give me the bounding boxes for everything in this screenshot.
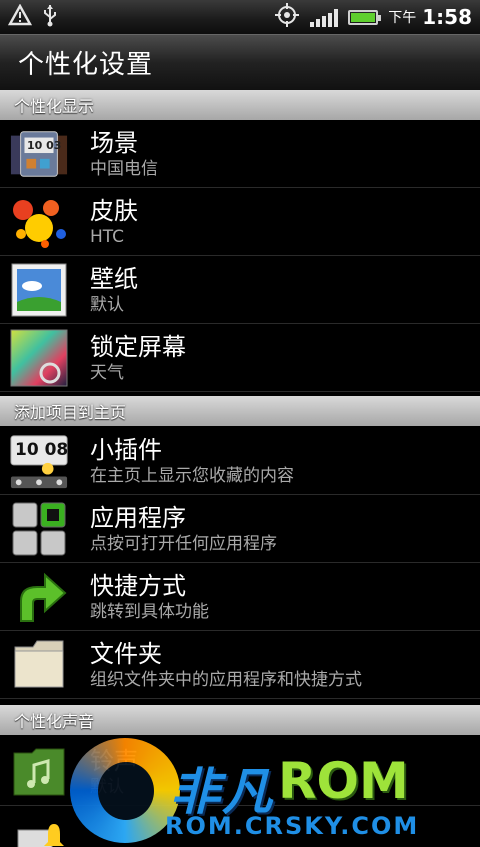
item-title: 文件夹 bbox=[90, 639, 162, 668]
widget-icon-clock: 10 08 bbox=[15, 439, 69, 460]
section-label: 个性化显示 bbox=[14, 97, 95, 116]
scene-icon-clock: 10 03 bbox=[27, 138, 62, 152]
list-item-apps[interactable]: 应用程序 点按可打开任何应用程序 bbox=[0, 495, 480, 563]
list-item-shortcut[interactable]: 快捷方式 跳转到具体功能 bbox=[0, 563, 480, 631]
apps-grid-icon bbox=[9, 499, 69, 559]
widget-icon: 10 08 bbox=[9, 431, 69, 491]
item-title: 壁纸 bbox=[90, 264, 138, 293]
skin-icon bbox=[9, 192, 69, 252]
list-item-skin[interactable]: 皮肤 HTC bbox=[0, 188, 480, 256]
item-subtitle: 在主页上显示您收藏的内容 bbox=[90, 465, 294, 486]
page-title: 个性化设置 bbox=[18, 50, 154, 80]
section-header-display: 个性化显示 bbox=[0, 90, 480, 120]
list-item-wallpaper[interactable]: 壁纸 默认 bbox=[0, 256, 480, 324]
list-item-folder[interactable]: 文件夹 组织文件夹中的应用程序和快捷方式 bbox=[0, 631, 480, 699]
signal-icon bbox=[310, 7, 339, 27]
list-item-lockscreen[interactable]: 锁定屏幕 天气 bbox=[0, 324, 480, 392]
item-subtitle: 点按可打开任何应用程序 bbox=[90, 533, 277, 554]
item-title: 场景 bbox=[90, 128, 138, 157]
gps-icon bbox=[274, 2, 300, 32]
section-label: 个性化声音 bbox=[14, 712, 95, 731]
list-item-widget[interactable]: 10 08 小插件 在主页上显示您收藏的内容 bbox=[0, 427, 480, 495]
item-title: 锁定屏幕 bbox=[90, 332, 186, 361]
watermark-logo: 非凡 ROM ROM.CRSKY.COM bbox=[70, 738, 440, 847]
section-header-sound: 个性化声音 bbox=[0, 705, 480, 735]
battery-icon bbox=[348, 9, 382, 25]
item-subtitle: 组织文件夹中的应用程序和快捷方式 bbox=[90, 669, 362, 690]
bell-icon bbox=[9, 810, 69, 847]
item-title: 应用程序 bbox=[90, 503, 186, 532]
folder-icon bbox=[9, 635, 69, 695]
wallpaper-icon bbox=[9, 260, 69, 320]
watermark-rom: ROM bbox=[278, 752, 409, 810]
alert-triangle-icon bbox=[7, 3, 33, 30]
section-label: 添加项目到主页 bbox=[14, 403, 127, 422]
lockscreen-icon bbox=[9, 328, 69, 388]
item-subtitle: 默认 bbox=[90, 294, 124, 315]
shortcut-arrow-icon bbox=[9, 567, 69, 627]
item-title: 快捷方式 bbox=[90, 571, 186, 600]
scene-icon: 10 03 bbox=[9, 124, 69, 184]
item-subtitle: 中国电信 bbox=[90, 158, 158, 179]
music-folder-icon bbox=[9, 742, 69, 802]
watermark-url: ROM.CRSKY.COM bbox=[165, 812, 420, 840]
title-bar: 个性化设置 bbox=[0, 34, 480, 90]
section-header-add-home: 添加项目到主页 bbox=[0, 396, 480, 426]
status-bar: 下午 1:58 bbox=[0, 0, 480, 34]
item-title: 皮肤 bbox=[90, 196, 138, 225]
watermark-ring-icon bbox=[70, 738, 180, 843]
status-time: 1:58 bbox=[422, 5, 472, 29]
usb-icon bbox=[42, 3, 58, 31]
item-subtitle: HTC bbox=[90, 226, 125, 247]
item-subtitle: 天气 bbox=[90, 362, 124, 383]
list-item-scene[interactable]: 10 03 场景 中国电信 bbox=[0, 120, 480, 188]
item-subtitle: 跳转到具体功能 bbox=[90, 601, 209, 622]
item-title: 小插件 bbox=[90, 435, 162, 464]
status-ampm: 下午 bbox=[388, 10, 417, 26]
battery-fill bbox=[351, 12, 376, 22]
